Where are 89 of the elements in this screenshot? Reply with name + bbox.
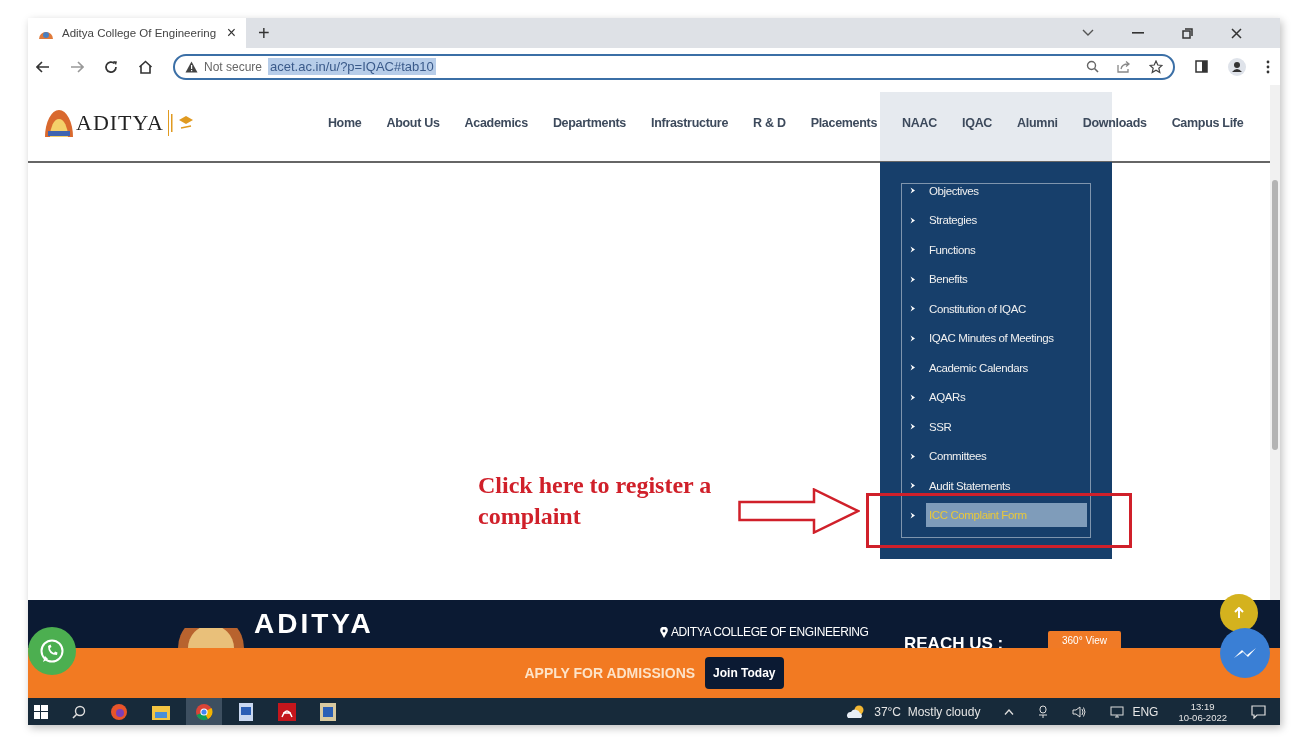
zoom-icon[interactable] (1086, 60, 1099, 73)
college-logo[interactable]: ADITYA (44, 109, 193, 137)
dropdown-item[interactable]: Audit Statements (926, 473, 1014, 498)
nav-link[interactable]: Downloads (1082, 116, 1147, 130)
browser-tab[interactable]: Aditya College Of Engineering × (28, 18, 246, 48)
nav-link[interactable]: About Us (386, 116, 440, 130)
dropdown-item[interactable]: Benefits (926, 267, 971, 292)
star-icon[interactable] (1149, 59, 1163, 74)
phone-bubble-icon (39, 638, 65, 664)
chevron-icon (910, 364, 916, 372)
folder-icon[interactable] (152, 703, 170, 720)
dropdown-item[interactable]: Functions (926, 237, 979, 262)
weather-text[interactable]: 37°C Mostly cloudy (874, 704, 981, 719)
nav-link[interactable]: R & D (753, 116, 786, 130)
word-file-icon[interactable] (320, 702, 336, 721)
restore-icon[interactable] (1182, 27, 1193, 39)
graduation-cap-icon (170, 112, 193, 134)
admissions-text: APPLY FOR ADMISSIONS (524, 665, 696, 681)
nav-link[interactable]: Infrastructure (651, 116, 729, 130)
chevron-icon (910, 334, 916, 342)
annotation-text: Click here to register a complaint (478, 471, 713, 531)
share-icon[interactable] (1117, 60, 1131, 73)
chevron-icon (910, 187, 916, 195)
close-icon[interactable] (1231, 27, 1242, 39)
chevron-icon (910, 393, 916, 401)
chevron-icon (910, 423, 916, 431)
address-bar[interactable]: Not secure acet.ac.in/u/?p=IQAC#tab10 (173, 53, 1175, 80)
back-arrow-icon[interactable] (36, 60, 50, 73)
chevron-icon (910, 246, 916, 254)
profile-icon[interactable] (1228, 57, 1246, 76)
language-indicator[interactable]: ENG (1132, 704, 1159, 719)
document-icon[interactable] (238, 702, 254, 721)
network-icon[interactable] (1110, 705, 1125, 718)
nav-link[interactable]: IQAC (962, 116, 993, 130)
pdf-icon[interactable] (278, 702, 296, 721)
taskbar-active-app[interactable] (186, 698, 222, 725)
dropdown-item[interactable]: Constitution of IQAC (926, 296, 1029, 321)
minimize-icon[interactable] (1132, 32, 1144, 34)
chevron-icon (910, 452, 916, 460)
chevron-icon (910, 482, 916, 490)
dropdown-item[interactable]: Committees (926, 444, 990, 469)
scrollbar-thumb[interactable] (1272, 180, 1278, 450)
tab-search-icon[interactable] (1082, 29, 1094, 37)
seal-emblem-icon (176, 628, 246, 648)
dropdown-item[interactable]: Academic Calendars (926, 355, 1031, 380)
nav-link[interactable]: Academics (464, 116, 528, 130)
tab-close-button[interactable]: × (226, 24, 236, 42)
chevron-icon (910, 305, 916, 313)
location-pin-icon (660, 626, 668, 638)
dropdown-item[interactable]: Strategies (926, 208, 980, 233)
side-panel-icon[interactable] (1195, 60, 1208, 73)
dropdown-item[interactable]: IQAC Minutes of Meetings (926, 326, 1057, 351)
url-text: acet.ac.in/u/?p=IQAC#tab10 (268, 58, 436, 75)
warning-icon (185, 60, 198, 73)
dropdown-item[interactable]: AQARs (926, 385, 969, 410)
nav-link[interactable]: NAAC (902, 116, 938, 130)
dropdown-item[interactable]: Objectives (926, 178, 982, 203)
scrollbar[interactable] (1270, 85, 1280, 600)
chevron-icon (910, 216, 916, 224)
join-today-button[interactable]: Join Today (705, 657, 784, 689)
nav-link[interactable]: Departments (552, 116, 626, 130)
nav-link[interactable]: Home (327, 116, 362, 130)
menu-icon[interactable] (1266, 59, 1270, 74)
footer-brand: ADITYA (254, 608, 374, 640)
speaker-icon[interactable] (1072, 705, 1087, 718)
nav-link[interactable]: Alumni (1017, 116, 1058, 130)
round-browser-icon (195, 702, 213, 721)
logo-text: ADITYA (76, 110, 169, 136)
windows-start-icon[interactable] (34, 704, 48, 719)
up-arrow-icon (1234, 607, 1244, 619)
reload-icon[interactable] (104, 59, 118, 74)
dropdown-item[interactable]: SSR (926, 414, 955, 439)
search-icon[interactable] (72, 704, 86, 719)
notification-icon[interactable] (1251, 704, 1266, 719)
forward-arrow-icon[interactable] (70, 60, 84, 73)
nav-link[interactable]: Campus Life (1171, 116, 1244, 130)
chevron-up-icon[interactable] (1004, 708, 1015, 715)
tab-title: Aditya College Of Engineering (62, 27, 218, 39)
chevron-icon (910, 511, 916, 519)
new-tab-button[interactable]: + (258, 21, 270, 45)
fox-browser-icon[interactable] (110, 702, 128, 721)
home-icon[interactable] (138, 59, 153, 74)
clock-date[interactable]: 10-06-2022 (1178, 711, 1227, 723)
nav-link[interactable]: Placements (810, 116, 878, 130)
arch-emblem-icon (44, 109, 74, 137)
security-label: Not secure (204, 59, 263, 74)
address-text: ADITYA COLLEGE OF ENGINEERING (660, 625, 869, 639)
chevron-icon (910, 275, 916, 283)
clock-time[interactable]: 13:19 (1190, 700, 1215, 712)
